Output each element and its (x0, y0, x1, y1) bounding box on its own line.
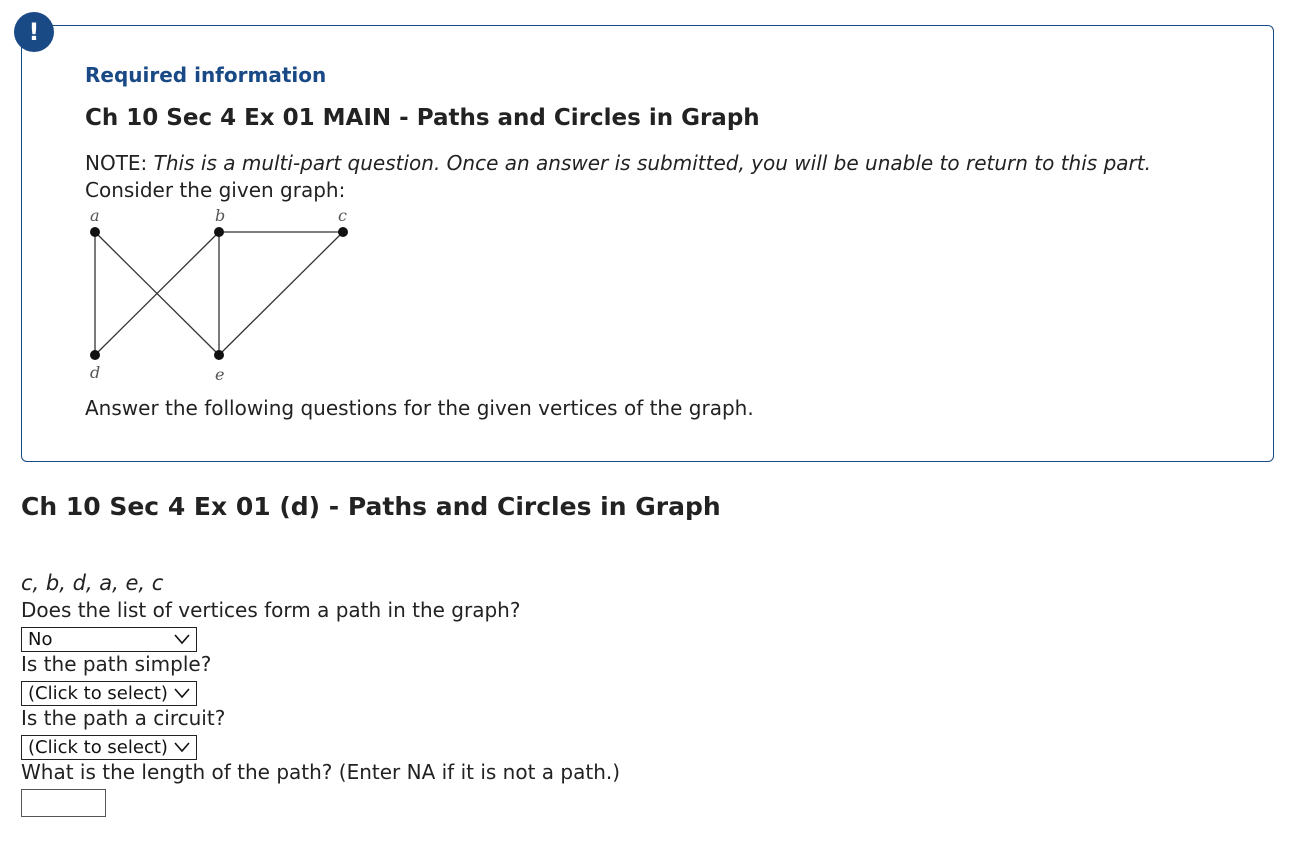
simple-select[interactable]: (Click to select) (21, 681, 197, 706)
chevron-down-icon (174, 742, 190, 753)
circuit-select-value: (Click to select) (28, 737, 168, 758)
simple-select-value: (Click to select) (28, 683, 168, 704)
path-select-value: No (28, 629, 53, 650)
vertex-label-c: c (338, 206, 347, 225)
main-question-title: Ch 10 Sec 4 Ex 01 MAIN - Paths and Circl… (85, 105, 760, 131)
vertex-d (90, 350, 100, 360)
question-simple: Is the path simple? (21, 652, 212, 676)
instruction-text: Answer the following questions for the g… (85, 396, 754, 420)
path-length-input[interactable] (21, 789, 106, 817)
vertex-label-b: b (215, 206, 225, 225)
exclamation-icon: ! (14, 12, 54, 52)
note-text: NOTE: This is a multi-part question. Onc… (85, 151, 1151, 175)
vertex-list: c, b, d, a, e, c (21, 571, 164, 595)
chevron-down-icon (174, 634, 190, 645)
chevron-down-icon (174, 688, 190, 699)
edge-c-e (218, 231, 344, 356)
note-prefix: NOTE: (85, 151, 154, 175)
question-length: What is the length of the path? (Enter N… (21, 760, 621, 784)
vertex-c (338, 227, 348, 237)
vertex-e (214, 350, 224, 360)
vertex-a (90, 227, 100, 237)
question-path: Does the list of vertices form a path in… (21, 598, 521, 622)
vertex-label-a: a (90, 206, 100, 225)
circuit-select[interactable]: (Click to select) (21, 735, 197, 760)
vertex-label-d: d (90, 363, 100, 382)
path-select[interactable]: No (21, 627, 197, 652)
question-circuit: Is the path a circuit? (21, 706, 226, 730)
vertex-label-e: e (215, 365, 224, 384)
required-information-label: Required information (85, 63, 327, 87)
graph-diagram: a b c d e (90, 206, 348, 384)
consider-text: Consider the given graph: (85, 178, 346, 202)
note-body: This is a multi-part question. Once an a… (153, 151, 1151, 175)
part-title: Ch 10 Sec 4 Ex 01 (d) - Paths and Circle… (21, 492, 721, 521)
vertex-b (214, 227, 224, 237)
